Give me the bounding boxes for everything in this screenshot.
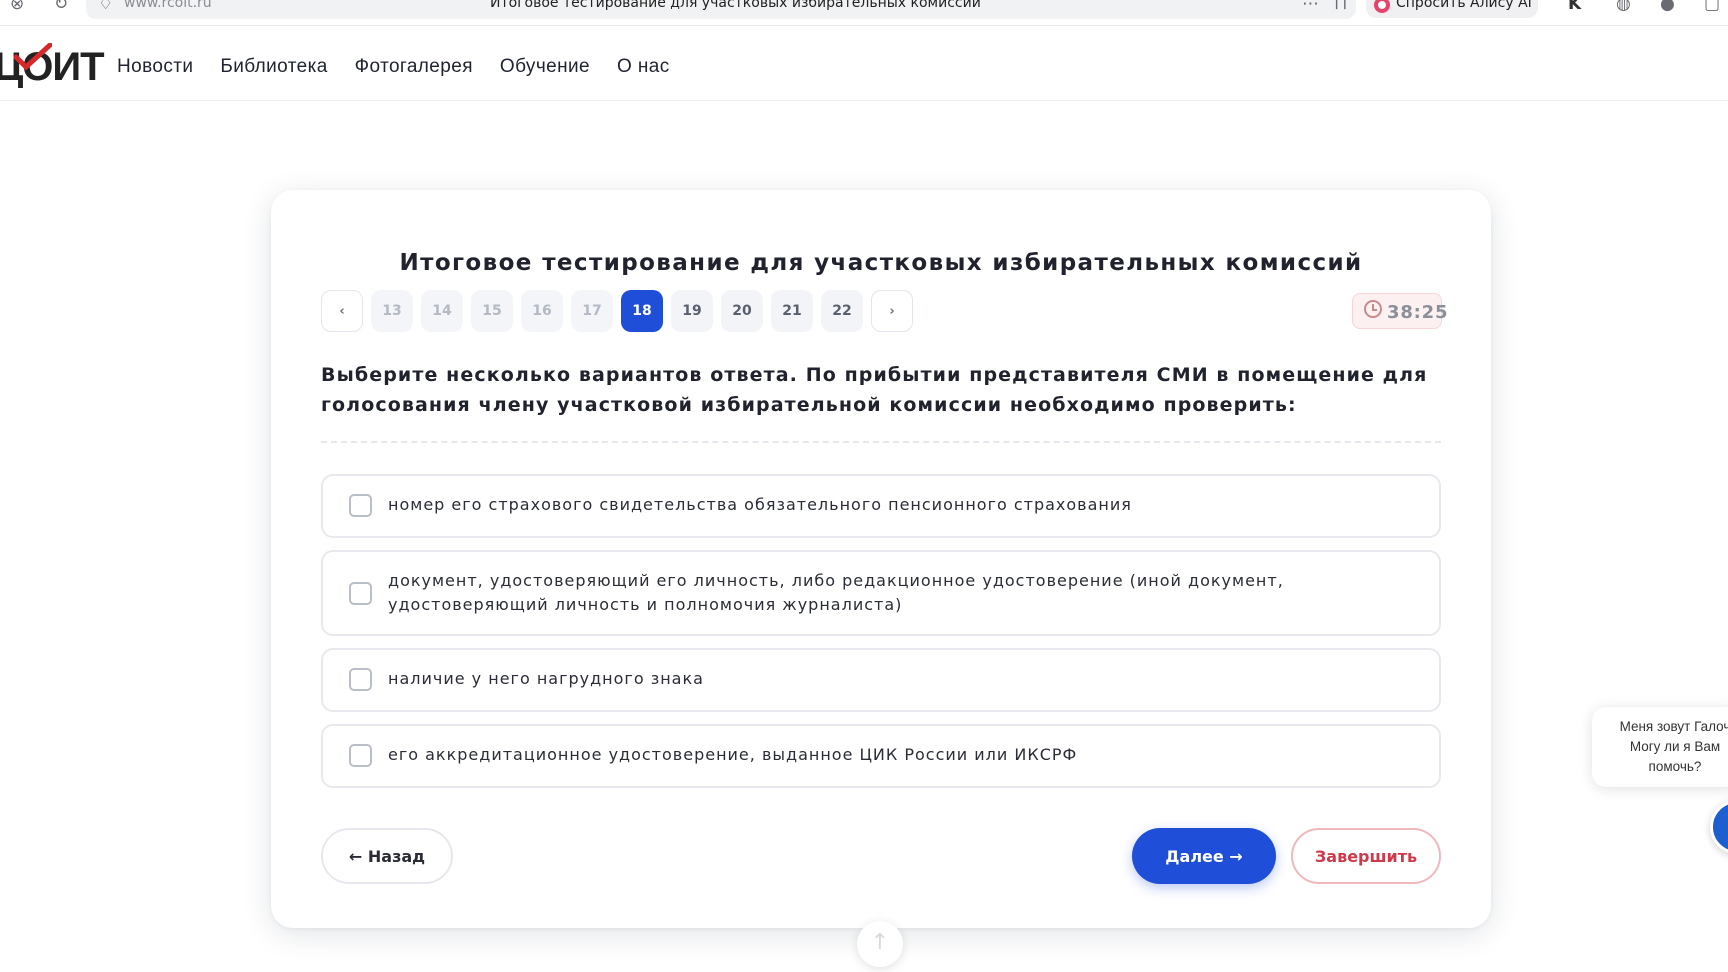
ask-alice-button[interactable]: Спросить Алису AI (1366, 0, 1538, 18)
nav-about[interactable]: О нас (617, 55, 670, 79)
answer-text-2: документ, удостоверяющий его личность, л… (388, 571, 1284, 614)
site-header: ЦОИТ Новости Библиотека Фотогалерея Обуч… (0, 27, 1728, 101)
test-card: Итоговое тестирование для участковых изб… (271, 190, 1491, 928)
answer-option-4[interactable]: его аккредитационное удостоверение, выда… (321, 724, 1441, 788)
main-nav: Новости Библиотека Фотогалерея Обучение … (117, 55, 670, 79)
answer-checkbox-2[interactable] (349, 582, 372, 605)
question-divider (321, 441, 1441, 443)
back-button[interactable]: ← Назад (321, 828, 453, 884)
pager-next-button[interactable]: › (871, 290, 913, 332)
pager-page-22[interactable]: 22 (821, 290, 863, 332)
question-text: Выберите несколько вариантов ответа. По … (321, 364, 1428, 416)
lock-icon: ♢ (98, 0, 114, 14)
page-tab-title: Итоговое тестирование для участковых изб… (490, 0, 981, 11)
timer-value: 38:25 (1387, 302, 1449, 323)
chat-extension-icon[interactable]: ▢ (1704, 0, 1720, 14)
reload-icon[interactable]: ↻ (54, 0, 68, 14)
pager-page-18-current[interactable]: 18 (621, 290, 663, 332)
pager-prev-button[interactable]: ‹ (321, 290, 363, 332)
answer-checkbox-4[interactable] (349, 744, 372, 767)
pager-page-17[interactable]: 17 (571, 290, 613, 332)
pager-page-21[interactable]: 21 (771, 290, 813, 332)
chat-assistant-avatar[interactable] (1710, 800, 1728, 854)
test-title: Итоговое тестирование для участковых изб… (399, 250, 1363, 276)
address-url[interactable]: www.rcoit.ru (124, 0, 212, 12)
clock-icon (1364, 300, 1382, 318)
pager-page-19[interactable]: 19 (671, 290, 713, 332)
account-icon[interactable]: ● (1660, 0, 1675, 14)
pager-page-14[interactable]: 14 (421, 290, 463, 332)
shield-icon[interactable]: ⊗ (10, 0, 24, 14)
answer-option-1[interactable]: номер его страхового свидетельства обяза… (321, 474, 1441, 538)
scroll-to-top-button[interactable]: ↑ (857, 921, 903, 967)
kaspersky-icon[interactable]: K (1568, 0, 1581, 14)
ask-alice-label: Спросить Алису AI (1396, 0, 1532, 11)
answer-option-3[interactable]: наличие у него нагрудного знака (321, 648, 1441, 712)
answer-checkbox-3[interactable] (349, 668, 372, 691)
pager-page-20[interactable]: 20 (721, 290, 763, 332)
nav-library[interactable]: Библиотека (220, 55, 327, 79)
browser-toolbar: ⊗ ↻ ♢ www.rcoit.ru Итоговое тестирование… (0, 0, 1728, 26)
nav-news[interactable]: Новости (117, 55, 193, 79)
next-button[interactable]: Далее → (1132, 828, 1276, 884)
answer-text-4: его аккредитационное удостоверение, выда… (388, 745, 1078, 764)
more-icon[interactable]: ⋯ (1302, 0, 1319, 14)
chat-widget-bubble[interactable]: Меня зовут Галоч Могу ли я Вам помочь? (1592, 707, 1728, 787)
chat-greeting-text: Меня зовут Галоч Могу ли я Вам помочь? (1619, 719, 1728, 774)
answer-checkbox-1[interactable] (349, 494, 372, 517)
nav-gallery[interactable]: Фотогалерея (355, 55, 473, 79)
arrow-up-icon: ↑ (870, 930, 890, 955)
answer-text-1: номер его страхового свидетельства обяза… (388, 495, 1132, 514)
pager-page-13[interactable]: 13 (371, 290, 413, 332)
timer-badge: 38:25 (1352, 293, 1447, 329)
answer-option-2[interactable]: документ, удостоверяющий его личность, л… (321, 550, 1441, 636)
bookmark-icon[interactable]: ⊓ (1334, 0, 1347, 14)
nav-education[interactable]: Обучение (500, 55, 590, 79)
logo-check-icon (13, 43, 52, 71)
finish-button[interactable]: Завершить (1291, 828, 1441, 884)
answer-text-3: наличие у него нагрудного знака (388, 669, 704, 688)
extension-icon[interactable]: ◍ (1616, 0, 1631, 14)
pager-page-15[interactable]: 15 (471, 290, 513, 332)
pager-page-16[interactable]: 16 (521, 290, 563, 332)
question-pager: ‹ 13 14 15 16 17 18 19 20 21 22 › (321, 290, 913, 332)
alice-icon (1374, 0, 1390, 13)
